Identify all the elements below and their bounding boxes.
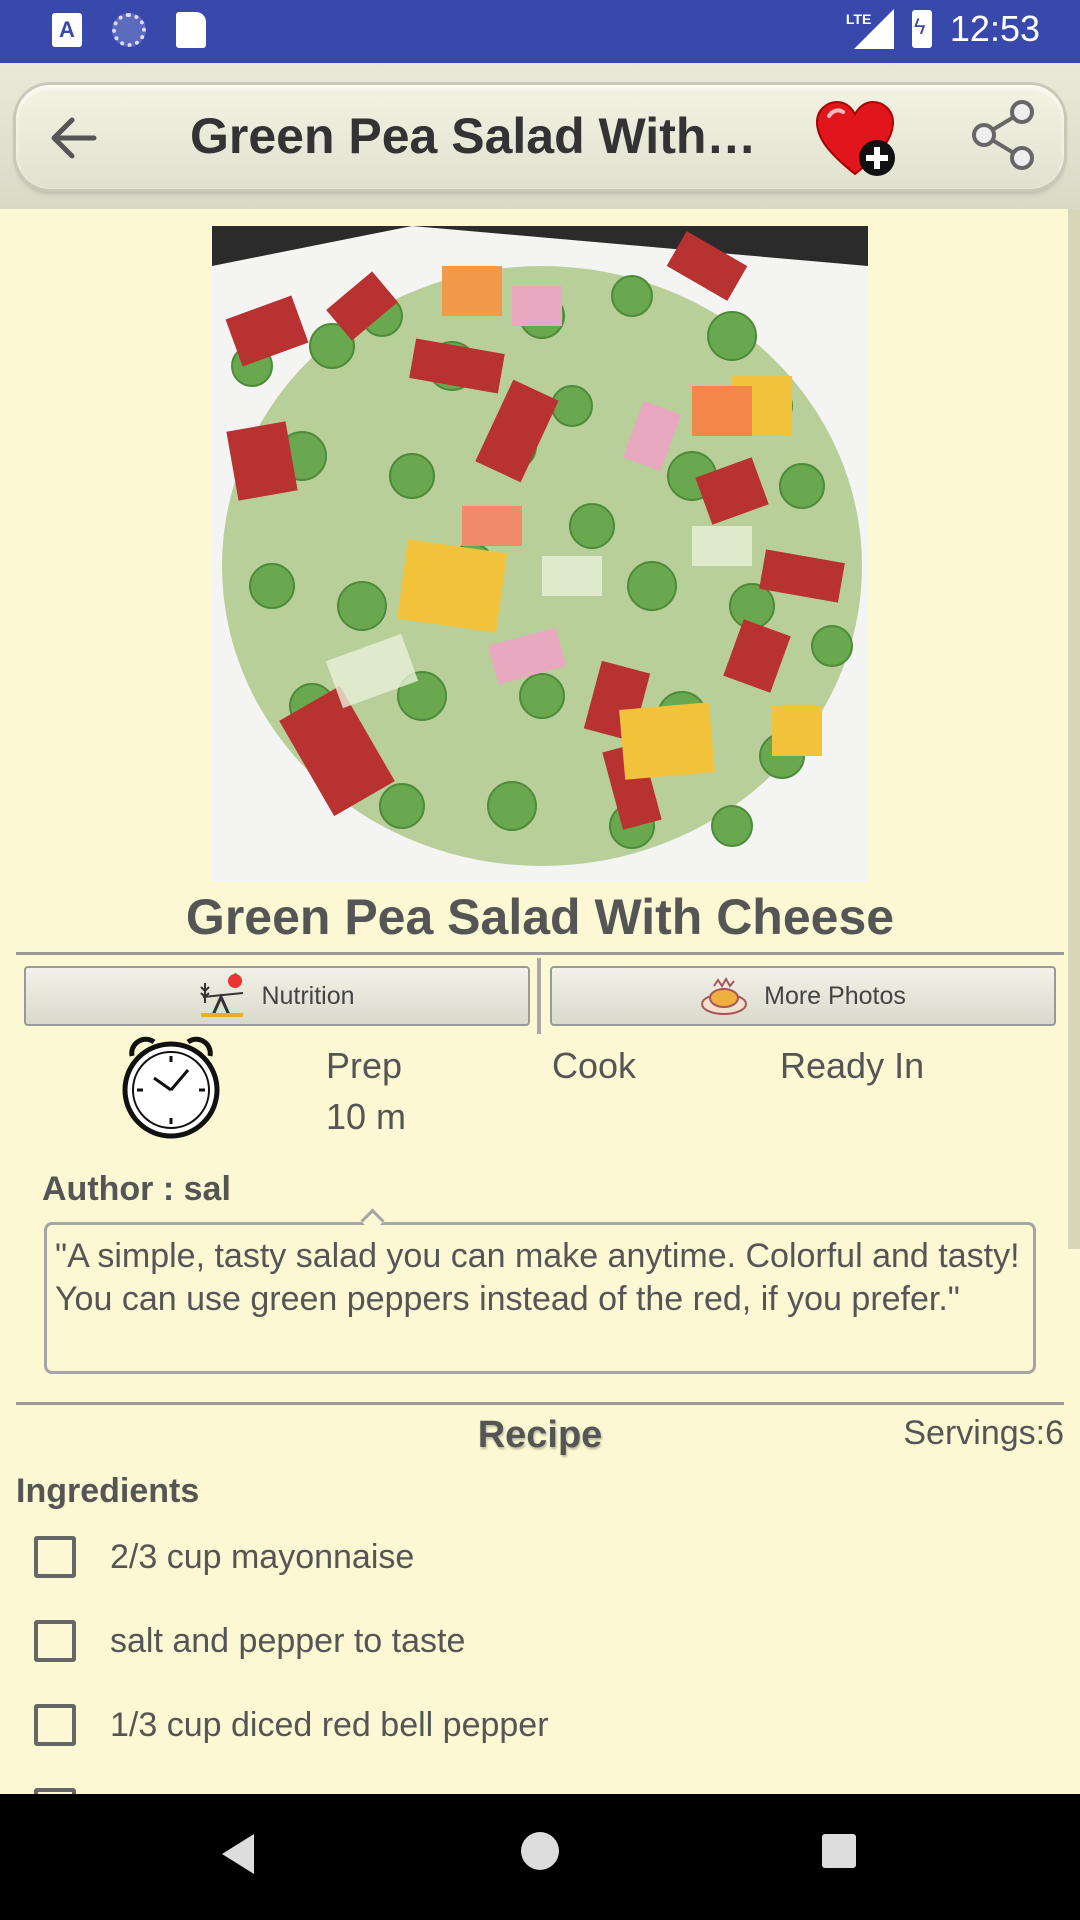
system-nav-bar [0, 1794, 1080, 1920]
nav-back-icon[interactable] [222, 1834, 254, 1874]
ingredient-item[interactable]: 2/3 cup mayonnaise [34, 1536, 414, 1578]
battery-icon [911, 10, 932, 48]
more-photos-button[interactable]: More Photos [550, 966, 1056, 1026]
servings-label: Servings:6 [903, 1414, 1064, 1452]
share-button[interactable] [968, 100, 1038, 170]
prep-time: Prep 10 m [326, 1040, 406, 1142]
add-favorite-button[interactable] [815, 100, 905, 180]
author-label: Author : sal [42, 1170, 231, 1208]
divider [16, 1402, 1064, 1405]
clock-time: 12:53 [949, 8, 1040, 49]
status-bar: A LTE 12:53 [0, 0, 1080, 63]
nutrition-label: Nutrition [261, 981, 355, 1010]
recipe-photo[interactable] [212, 226, 868, 882]
ingredients-heading: Ingredients [16, 1472, 200, 1510]
toolbar-title: Green Pea Salad With… [190, 108, 757, 164]
scrollbar[interactable] [1068, 209, 1080, 1249]
nav-home-icon[interactable] [521, 1832, 559, 1870]
nutrition-scale-icon [200, 973, 244, 1017]
ingredient-checkbox[interactable] [34, 1536, 76, 1578]
ingredient-checkbox[interactable] [34, 1620, 76, 1662]
more-photos-label: More Photos [764, 981, 906, 1010]
ingredient-item[interactable]: 1/3 cup diced red bell pepper [34, 1704, 549, 1746]
description-box: "A simple, tasty salad you can make anyt… [44, 1222, 1036, 1374]
prep-label: Prep [326, 1045, 403, 1086]
nutrition-button[interactable]: Nutrition [24, 966, 530, 1026]
recipe-name: Green Pea Salad With Cheese [185, 889, 895, 945]
alarm-clock-icon [118, 1034, 224, 1140]
description-text: "A simple, tasty salad you can make anyt… [55, 1237, 1020, 1318]
sync-icon [112, 13, 146, 47]
share-icon [972, 100, 1034, 170]
ready-label: Ready In [780, 1045, 925, 1086]
nav-recents-icon[interactable] [822, 1834, 856, 1868]
sd-card-icon [176, 12, 206, 48]
cook-time: Cook [552, 1040, 636, 1091]
cook-label: Cook [552, 1045, 637, 1086]
signal-icon: LTE [846, 9, 894, 49]
heart-plus-icon [815, 100, 895, 176]
ready-time: Ready In [780, 1040, 924, 1091]
food-plate-icon [701, 976, 748, 1015]
back-button[interactable] [48, 112, 100, 164]
button-divider [537, 958, 541, 1034]
arrow-left-icon [51, 117, 97, 159]
app-a-icon: A [52, 13, 82, 47]
divider [16, 952, 1064, 955]
ingredient-text: 2/3 cup mayonnaise [110, 1537, 415, 1576]
prep-value: 10 m [326, 1096, 407, 1137]
salad-image [212, 226, 868, 882]
ingredient-checkbox[interactable] [34, 1704, 76, 1746]
ingredient-text: salt and pepper to taste [110, 1621, 466, 1660]
ingredient-item[interactable]: salt and pepper to taste [34, 1620, 465, 1662]
ingredient-text: 1/3 cup diced red bell pepper [110, 1705, 549, 1744]
